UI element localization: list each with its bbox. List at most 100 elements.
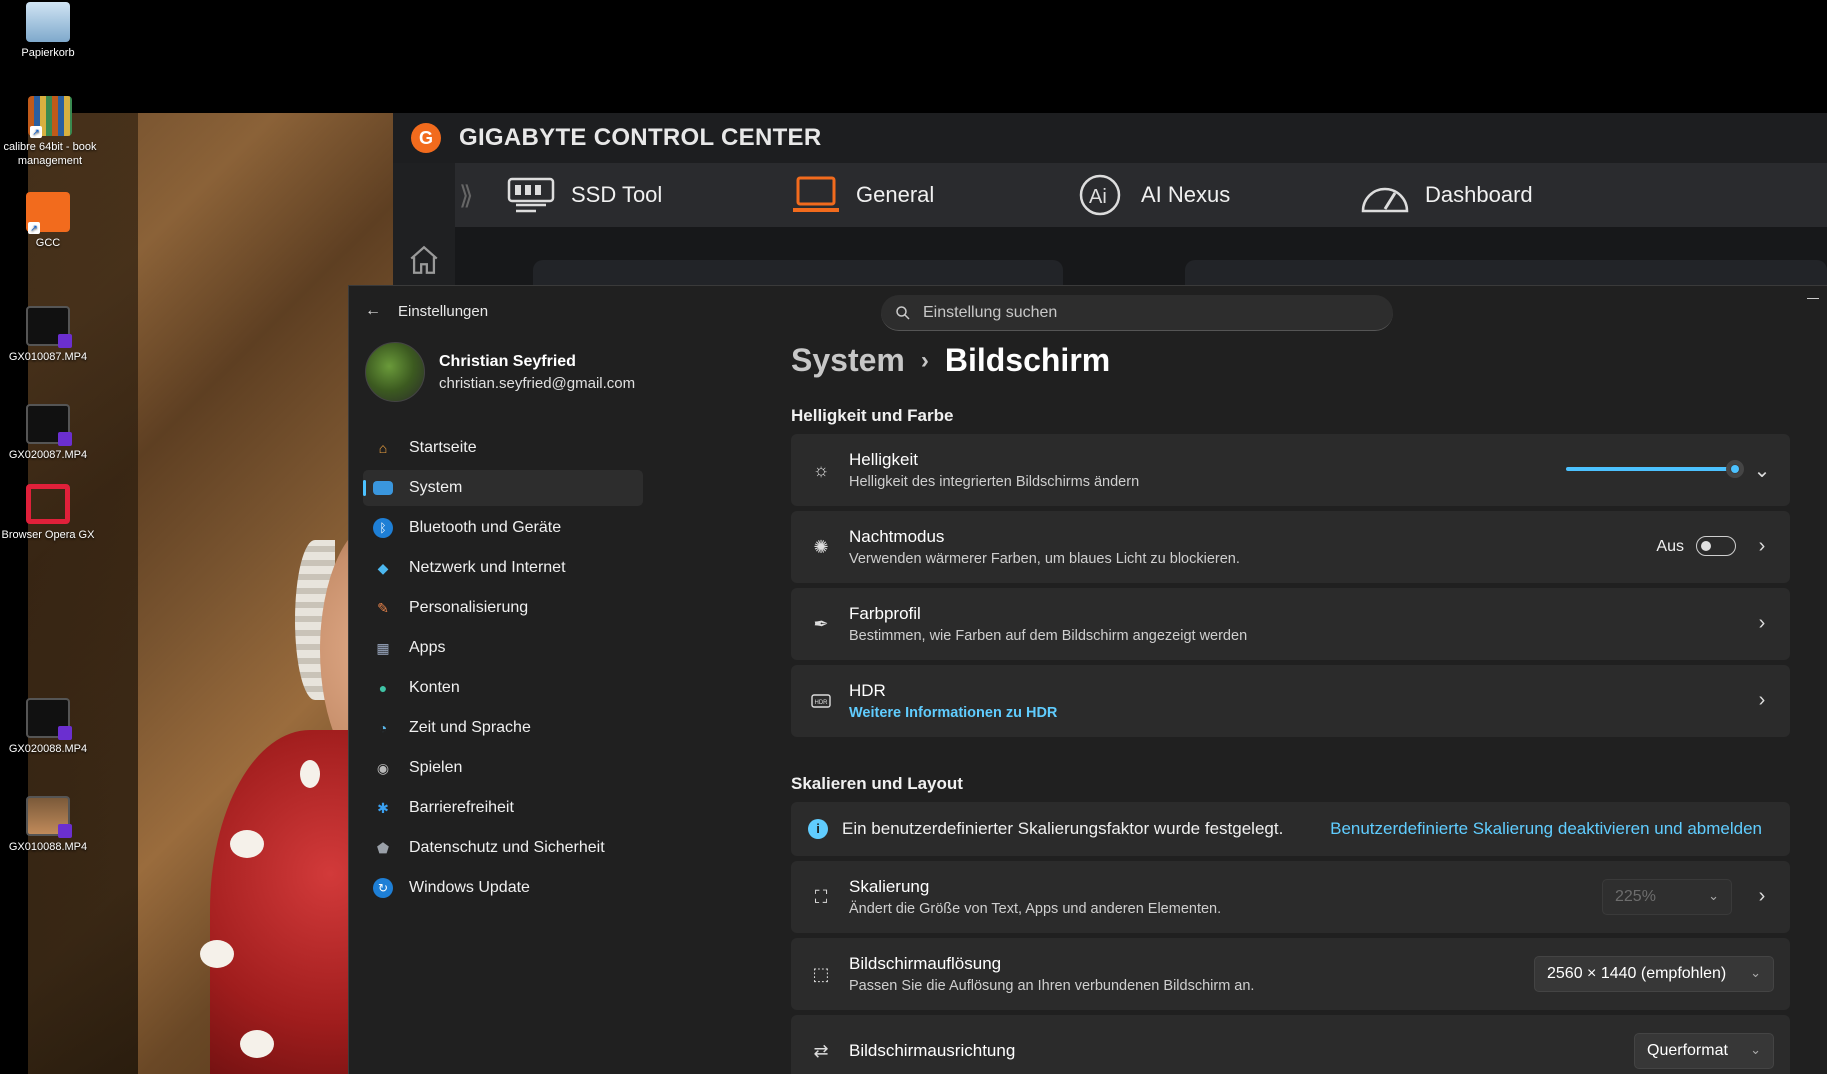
desktop-icon-label: calibre 64bit - book management <box>3 141 97 167</box>
search-icon <box>896 305 910 320</box>
disable-custom-scaling-link[interactable]: Benutzerdefinierte Skalierung deaktivier… <box>1330 819 1762 839</box>
night-mode-toggle[interactable] <box>1696 536 1736 556</box>
gcc-titlebar: G GIGABYTE CONTROL CENTER <box>393 113 1827 163</box>
nav-label: Spielen <box>409 759 463 776</box>
breadcrumb-parent[interactable]: System <box>791 342 905 379</box>
scaling-card[interactable]: ⛶ Skalierung Ändert die Größe von Text, … <box>791 861 1790 933</box>
recycle-bin-icon <box>26 2 70 42</box>
card-title: Bildschirmausrichtung <box>849 1041 1016 1060</box>
minimize-button[interactable] <box>1807 298 1819 299</box>
tab-label: Dashboard <box>1425 182 1533 207</box>
nav-item-netzwerk[interactable]: ◆ Netzwerk und Internet <box>363 550 643 586</box>
user-name: Christian Seyfried <box>439 352 576 370</box>
nav-item-konten[interactable]: ● Konten <box>363 670 643 706</box>
info-icon: i <box>808 819 828 839</box>
dropdown-value: 225% <box>1615 888 1656 905</box>
user-email: christian.seyfried@gmail.com <box>439 374 636 392</box>
card-title: Helligkeit <box>849 450 918 469</box>
expand-chevrons-icon[interactable]: ⟫ <box>459 163 479 227</box>
chevron-right-icon[interactable]: › <box>1752 689 1772 713</box>
home-icon[interactable] <box>407 243 441 277</box>
brush-icon: ✎ <box>377 599 389 616</box>
gcc-tab-dashboard[interactable]: Dashboard <box>1359 163 1533 227</box>
desktop-icon-label: GCC <box>35 237 61 249</box>
app-title: Einstellungen <box>398 303 489 320</box>
chevron-down-icon: ⌄ <box>1750 965 1761 980</box>
breadcrumb-separator: › <box>920 346 929 374</box>
settings-window: ← Einstellungen Christian Seyfried chris… <box>348 285 1827 1074</box>
user-profile[interactable]: Christian Seyfried christian.seyfried@gm… <box>365 342 635 402</box>
desktop-icon-label: GX020088.MP4 <box>8 743 88 755</box>
resolution-card[interactable]: ⬚ Bildschirmauflösung Passen Sie die Auf… <box>791 938 1790 1010</box>
polka-dot <box>200 940 234 968</box>
desktop-icon-label: GX010088.MP4 <box>8 841 88 853</box>
polka-dot <box>240 1030 274 1058</box>
nav-item-bluetooth[interactable]: ᛒ Bluetooth und Geräte <box>363 510 643 546</box>
resolution-dropdown[interactable]: 2560 × 1440 (empfohlen) ⌄ <box>1534 956 1774 992</box>
nav-item-barrierefreiheit[interactable]: ✱ Barrierefreiheit <box>363 790 643 826</box>
nav-label: Personalisierung <box>409 599 529 616</box>
video-file-icon <box>26 404 72 446</box>
nav-label: Datenschutz und Sicherheit <box>409 839 605 856</box>
video-file-icon <box>26 796 72 838</box>
hdr-icon: HDR <box>809 689 833 713</box>
chevron-right-icon[interactable]: › <box>1752 535 1772 559</box>
card-subtitle: Ändert die Größe von Text, Apps und ande… <box>849 901 1222 917</box>
nav-label: Zeit und Sprache <box>409 719 531 736</box>
bluetooth-icon: ᛒ <box>373 518 393 538</box>
calibre-books-icon: ↗ <box>28 96 72 138</box>
search-input[interactable] <box>923 303 1363 322</box>
nav-label: Startseite <box>409 439 477 456</box>
gcc-tab-general[interactable]: General <box>790 163 934 227</box>
nav-item-personalisierung[interactable]: ✎ Personalisierung <box>363 590 643 626</box>
chevron-down-icon[interactable]: ⌄ <box>1752 458 1772 482</box>
chevron-right-icon[interactable]: › <box>1752 612 1772 636</box>
gcc-tab-ai-nexus[interactable]: Ai AI Nexus <box>1075 163 1230 227</box>
gcc-title: GIGABYTE CONTROL CENTER <box>459 124 822 151</box>
desktop-icon-video[interactable]: GX020088.MP4 <box>0 698 96 756</box>
nav-item-system[interactable]: System <box>363 470 643 506</box>
nav-item-windows-update[interactable]: ↻ Windows Update <box>363 870 643 906</box>
hdr-info-link[interactable]: Weitere Informationen zu HDR <box>849 705 1057 721</box>
desktop-icon-gcc[interactable]: ↗ GCC <box>0 192 96 250</box>
brightness-card[interactable]: ☼ Helligkeit Helligkeit des integrierten… <box>791 434 1790 506</box>
color-profile-card[interactable]: ✒ Farbprofil Bestimmen, wie Farben auf d… <box>791 588 1790 660</box>
nav-label: Windows Update <box>409 879 530 896</box>
nav-item-spielen[interactable]: ◉ Spielen <box>363 750 643 786</box>
svg-text:Ai: Ai <box>1089 186 1107 208</box>
orientation-card[interactable]: ⇄ Bildschirmausrichtung Querformat ⌄ <box>791 1015 1790 1074</box>
nav-label: Netzwerk und Internet <box>409 559 566 576</box>
brightness-slider-thumb[interactable] <box>1726 460 1744 478</box>
nav-item-zeit[interactable]: ◔ Zeit und Sprache <box>363 710 643 746</box>
info-text: Ein benutzerdefinierter Skalierungsfakto… <box>842 819 1284 838</box>
desktop-icon-video[interactable]: GX010088.MP4 <box>0 796 96 854</box>
nav-item-startseite[interactable]: ⌂ Startseite <box>363 430 643 466</box>
gcc-tabbar: ⟫ SSD Tool General Ai AI Nexus Dashboard <box>455 163 1827 227</box>
nav-item-apps[interactable]: ▦ Apps <box>363 630 643 666</box>
breadcrumb: System › Bildschirm <box>791 342 1110 379</box>
desktop-icon-video[interactable]: GX020087.MP4 <box>0 404 96 462</box>
desktop-icon-calibre[interactable]: ↗ calibre 64bit - book management <box>2 96 98 168</box>
desktop-icon-recycle-bin[interactable]: Papierkorb <box>0 2 96 60</box>
card-title: Skalierung <box>849 877 930 896</box>
card-title: Farbprofil <box>849 604 921 623</box>
night-mode-card[interactable]: ✺ Nachtmodus Verwenden wärmerer Farben, … <box>791 511 1790 583</box>
back-arrow-icon[interactable]: ← <box>365 302 385 322</box>
accessibility-icon: ✱ <box>377 799 389 816</box>
chevron-right-icon[interactable]: › <box>1752 885 1772 909</box>
search-box[interactable] <box>881 295 1393 331</box>
desktop-icon-video[interactable]: GX010087.MP4 <box>0 306 96 364</box>
shield-icon: ⬟ <box>376 839 390 856</box>
home-icon: ⌂ <box>378 440 388 456</box>
nav-item-datenschutz[interactable]: ⬟ Datenschutz und Sicherheit <box>363 830 643 866</box>
orientation-dropdown[interactable]: Querformat ⌄ <box>1634 1033 1774 1069</box>
card-subtitle: Verwenden wärmerer Farben, um blaues Lic… <box>849 551 1240 567</box>
gcc-tab-ssd-tool[interactable]: SSD Tool <box>505 163 662 227</box>
desktop-icon-opera[interactable]: Browser Opera GX <box>0 484 96 542</box>
brightness-slider[interactable] <box>1566 467 1736 471</box>
ssd-icon <box>505 174 557 216</box>
laptop-icon <box>790 174 842 216</box>
hdr-card[interactable]: HDR HDR Weitere Informationen zu HDR › <box>791 665 1790 737</box>
toggle-state-label: Aus <box>1656 538 1684 555</box>
orientation-icon: ⇄ <box>813 1040 829 1061</box>
